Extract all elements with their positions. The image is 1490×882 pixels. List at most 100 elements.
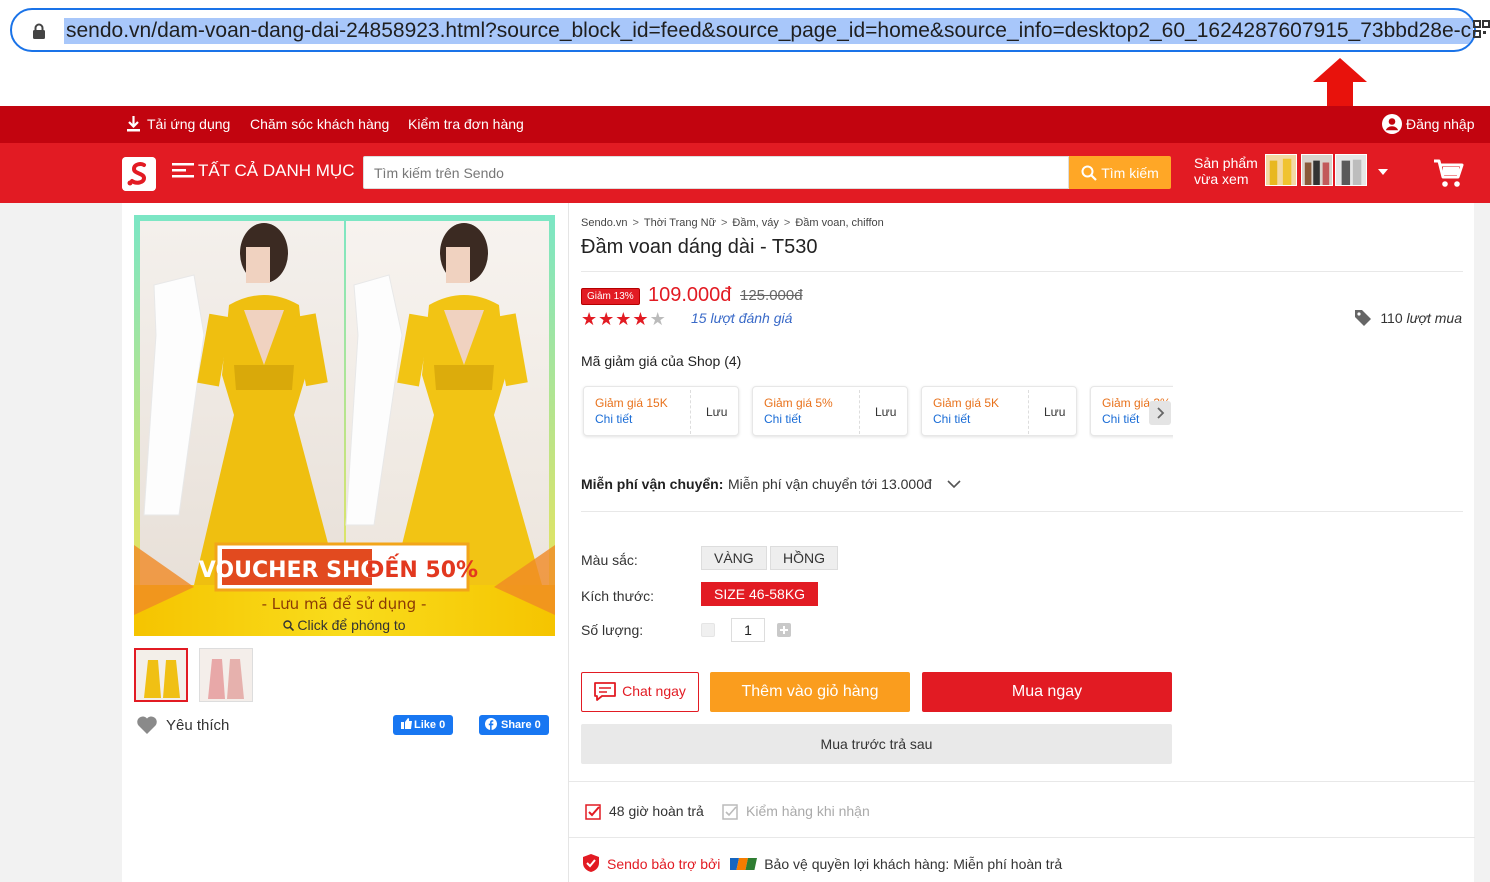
cart-icon[interactable] (1432, 157, 1464, 189)
voucher-card[interactable]: Giảm giá 15K Chi tiết Lưu (583, 386, 739, 436)
voucher-save-button[interactable]: Lưu (706, 405, 727, 419)
download-icon (127, 116, 140, 132)
download-app-label: Tải ứng dụng (147, 116, 231, 132)
breadcrumb-item[interactable]: Thời Trang Nữ (644, 217, 716, 229)
product-gallery: VOUCHER SHOP ĐẾN 50% - Lưu mã để sử dụng… (122, 203, 568, 882)
product-main-image[interactable]: VOUCHER SHOP ĐẾN 50% - Lưu mã để sử dụng… (134, 215, 555, 636)
like-label: Like 0 (414, 719, 446, 731)
protection-text: Bảo vệ quyền lợi khách hàng: Miễn phí ho… (764, 856, 1063, 872)
thumbs-up-icon (401, 718, 412, 729)
inspect-policy: Kiểm hàng khi nhận (722, 803, 870, 820)
shipping-amount: 13.000đ (881, 476, 932, 492)
add-to-cart-button[interactable]: Thêm vào giỏ hàng (710, 672, 910, 712)
gallery-thumbnail[interactable] (134, 648, 188, 702)
color-option[interactable]: HỒNG (770, 546, 838, 570)
red-arrow-annotation (1313, 58, 1367, 106)
address-bar[interactable]: sendo.vn/dam-voan-dang-dai-24858923.html… (10, 8, 1476, 52)
breadcrumb-item[interactable]: Đầm voan, chiffon (795, 217, 883, 229)
sold-number: 110 (1380, 310, 1403, 326)
voucher-detail-link[interactable]: Chi tiết (1102, 412, 1139, 426)
current-price: 109.000đ (648, 284, 732, 306)
chat-now-button[interactable]: Chat ngay (581, 672, 699, 712)
gallery-thumbnail[interactable] (199, 648, 253, 702)
voucher-save-button[interactable]: Lưu (875, 405, 896, 419)
download-app-link[interactable]: Tải ứng dụng (126, 116, 230, 132)
breadcrumb-separator: > (632, 217, 639, 229)
recent-product-thumb[interactable] (1335, 154, 1367, 186)
shipping-value: Miễn phí vận chuyển tới 13.000đ (728, 476, 932, 492)
url-text[interactable]: sendo.vn/dam-voan-dang-dai-24858923.html… (64, 18, 1474, 44)
all-categories-label: TẤT CẢ DANH MỤC (198, 161, 355, 180)
protection-info: Sendo bảo trợ bởi Bảo vệ quyền lợi khách… (581, 853, 1062, 873)
qr-code-icon[interactable] (1472, 18, 1490, 40)
return-policy-label: 48 giờ hoàn trả (609, 803, 704, 819)
protection-prefix: Sendo bảo trợ bởi (607, 856, 721, 872)
breadcrumb-separator: > (783, 217, 791, 229)
voucher-card[interactable]: Giảm giá 5% Chi tiết Lưu (752, 386, 908, 436)
voucher-card[interactable]: Giảm giá 5K Chi tiết Lưu (921, 386, 1077, 436)
divider (569, 837, 1475, 838)
chevron-down-icon[interactable] (947, 479, 961, 489)
shop-voucher-heading: Mã giảm giá của Shop (4) (581, 353, 742, 369)
voucher-separator (1028, 390, 1029, 434)
facebook-share-button[interactable]: Share 0 (479, 715, 549, 735)
voucher-title: Giảm giá 15K (595, 396, 668, 410)
rating-stars: ★★★★★ (581, 309, 667, 330)
recently-viewed-label[interactable]: Sản phẩm vừa xem (1194, 155, 1264, 187)
top-utility-bar: Tải ứng dụng Chăm sóc khách hàng Kiểm tr… (0, 106, 1490, 143)
product-title: Đầm voan dáng dài - T530 (581, 236, 818, 258)
check-order-link[interactable]: Kiểm tra đơn hàng (408, 116, 524, 132)
star-icon: ★ (598, 309, 616, 329)
quantity-input[interactable] (731, 618, 765, 642)
shipping-label: Miễn phí vận chuyển: (581, 476, 724, 492)
all-categories-menu[interactable]: TẤT CẢ DANH MỤC (172, 161, 354, 181)
recent-product-thumb[interactable] (1301, 154, 1333, 186)
voucher-banner-discount: ĐẾN 50% (366, 554, 478, 583)
buy-now-button[interactable]: Mua ngay (922, 672, 1172, 712)
voucher-next-button[interactable] (1149, 401, 1171, 425)
facebook-like-button[interactable]: Like 0 (393, 715, 454, 735)
voucher-title: Giảm giá 5K (933, 396, 1000, 410)
facebook-icon (485, 718, 497, 730)
voucher-detail-link[interactable]: Chi tiết (933, 412, 970, 426)
voucher-detail-link[interactable]: Chi tiết (595, 412, 632, 426)
return-policy: 48 giờ hoàn trả (585, 803, 704, 820)
breadcrumb-item[interactable]: Sendo.vn (581, 217, 627, 229)
zoom-hint-label: Click để phóng to (297, 617, 406, 633)
voucher-banner-note: - Lưu mã để sử dụng - (262, 595, 427, 613)
quantity-increase-button[interactable] (777, 623, 791, 637)
quantity-decrease-button[interactable] (701, 623, 715, 637)
login-link[interactable]: Đăng nhập (1382, 114, 1475, 134)
lock-icon[interactable] (32, 23, 46, 39)
discount-badge: Giảm 13% (581, 288, 640, 305)
zoom-hint[interactable]: Click để phóng to (134, 617, 555, 633)
hamburger-icon (172, 163, 194, 178)
divider (569, 781, 1475, 782)
search-input[interactable] (363, 156, 1069, 189)
sendo-logo[interactable] (122, 157, 156, 191)
voucher-save-button[interactable]: Lưu (1044, 405, 1065, 419)
favorite-button[interactable]: Yêu thích (136, 715, 229, 735)
sold-count: 110 lượt mua (1354, 309, 1462, 327)
chevron-right-icon (1157, 407, 1165, 419)
search-button[interactable]: Tìm kiếm (1069, 156, 1171, 189)
size-option-selected[interactable]: SIZE 46-58KG (701, 582, 819, 606)
user-icon (1382, 114, 1402, 134)
pay-later-button[interactable]: Mua trước trả sau (581, 724, 1172, 764)
customer-care-link[interactable]: Chăm sóc khách hàng (250, 116, 389, 132)
browser-toolbar: sendo.vn/dam-voan-dang-dai-24858923.html… (0, 0, 1490, 106)
favorite-label: Yêu thích (166, 717, 230, 734)
breadcrumb-item[interactable]: Đầm, váy (732, 217, 778, 229)
color-option[interactable]: VÀNG (701, 546, 767, 570)
chat-icon (594, 682, 616, 701)
recent-product-thumb[interactable] (1265, 154, 1297, 186)
zoom-icon (283, 620, 295, 632)
review-count-link[interactable]: 15 lượt đánh giá (691, 310, 792, 326)
voucher-separator (859, 390, 860, 434)
original-price: 125.000đ (740, 287, 803, 304)
shield-icon (583, 854, 599, 872)
chevron-down-icon[interactable] (1378, 169, 1388, 175)
star-icon: ★ (632, 309, 650, 329)
voucher-detail-link[interactable]: Chi tiết (764, 412, 801, 426)
login-label: Đăng nhập (1406, 116, 1475, 132)
